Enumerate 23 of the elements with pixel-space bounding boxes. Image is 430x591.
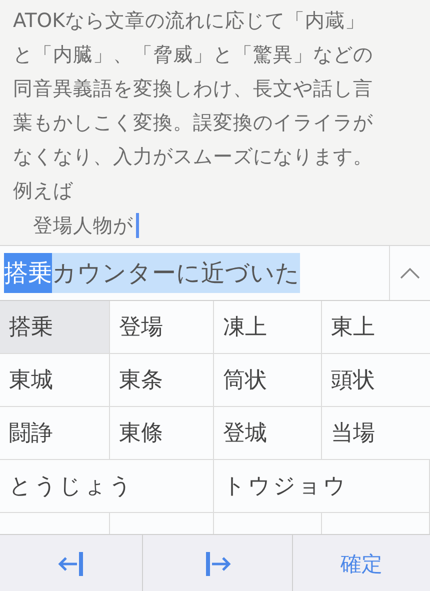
composition-segment[interactable]: カウンターに近づいた — [52, 253, 300, 293]
candidate-cell[interactable]: 搭乗 — [0, 301, 110, 354]
text-line: ATOKなら文章の流れに応じて「内蔵」 — [13, 8, 365, 34]
text-line: 登場人物が — [32, 212, 133, 238]
text-line: なくなり、入力がスムーズになります。 — [13, 144, 373, 170]
chevron-up-icon — [400, 267, 420, 279]
candidate-cell[interactable]: とうじょう — [0, 460, 214, 513]
candidate-cell[interactable]: 闘諍 — [0, 407, 110, 460]
text-line: 同音異義語を変換しわけ、長文や話し言 — [13, 76, 373, 102]
move-left-icon — [58, 550, 84, 576]
candidate-cell[interactable]: 登城 — [214, 407, 322, 460]
candidate-cell[interactable]: 登場 — [110, 301, 214, 354]
candidate-cell[interactable]: 東城 — [0, 354, 110, 407]
candidate-cell[interactable]: 筒状 — [214, 354, 322, 407]
text-line: と「内臓」、「脅威」と「驚異」などの — [13, 42, 373, 68]
candidate-cell[interactable]: トウジョウ — [214, 460, 430, 513]
move-right-icon — [204, 550, 230, 576]
candidate-cell[interactable]: 東條 — [110, 407, 214, 460]
text-cursor — [136, 212, 139, 238]
candidate-cell[interactable]: 凍上 — [214, 301, 322, 354]
text-line: 例えば — [13, 178, 73, 204]
candidate-cell[interactable]: 東条 — [110, 354, 214, 407]
text-line: 葉もかしこく変換。誤変換のイライラが — [13, 110, 373, 136]
